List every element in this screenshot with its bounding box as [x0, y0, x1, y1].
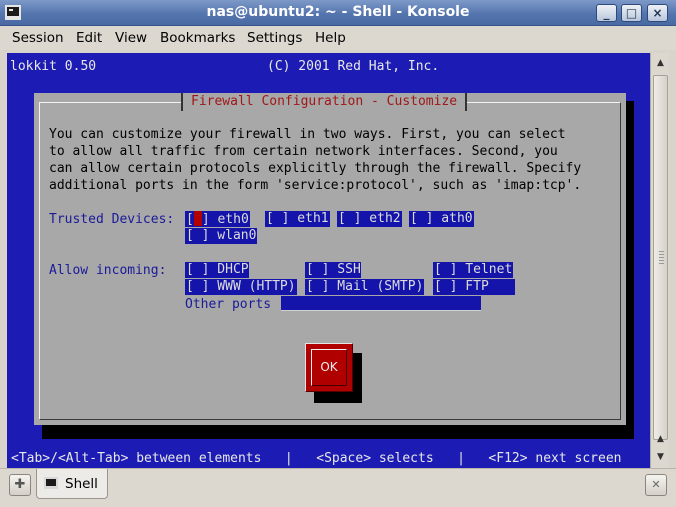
- menu-view[interactable]: View: [115, 30, 147, 46]
- window-titlebar[interactable]: nas@ubuntu2: ~ - Shell - Konsole _ □ ×: [0, 0, 676, 26]
- close-button[interactable]: ×: [647, 4, 668, 22]
- close-tab-button[interactable]: ✕: [645, 474, 667, 496]
- checkbox-ftp[interactable]: [ ] FTP: [433, 279, 515, 295]
- dialog-shadow: [42, 425, 634, 439]
- dialog-description: You can customize your firewall in two w…: [49, 126, 581, 194]
- scrollbar-thumb[interactable]: [653, 75, 668, 440]
- copyright-text: (C) 2001 Red Hat, Inc.: [267, 59, 440, 74]
- menu-bookmarks[interactable]: Bookmarks: [160, 30, 235, 46]
- tab-shell[interactable]: Shell: [36, 469, 108, 499]
- allow-incoming-label: Allow incoming:: [49, 263, 167, 278]
- firewall-dialog: Firewall Configuration - Customize You c…: [34, 93, 626, 425]
- scroll-up-icon[interactable]: ▲: [652, 431, 669, 448]
- menu-settings[interactable]: Settings: [247, 30, 302, 46]
- other-ports-label: Other ports: [185, 297, 272, 312]
- description-line: to allow all traffic from certain networ…: [49, 144, 558, 159]
- checkbox-dhcp[interactable]: [ ] DHCP: [185, 262, 249, 278]
- minimize-button[interactable]: _: [596, 4, 617, 22]
- window-title: nas@ubuntu2: ~ - Shell - Konsole: [206, 4, 470, 20]
- checkbox-mail-smtp[interactable]: [ ] Mail (SMTP): [305, 279, 425, 295]
- ok-button[interactable]: OK: [305, 343, 353, 392]
- checkbox-eth0[interactable]: [] eth0: [185, 211, 250, 227]
- lokkit-version: lokkit 0.50: [10, 59, 97, 74]
- tab-bar: ✚ Shell ✕: [0, 468, 676, 507]
- checkbox-ssh[interactable]: [ ] SSH: [305, 262, 361, 278]
- minimize-icon: _: [603, 6, 610, 20]
- trusted-devices-label: Trusted Devices:: [49, 212, 175, 227]
- checkbox-wlan0[interactable]: [ ] wlan0: [185, 228, 258, 244]
- description-line: can allow certain protocols explicitly t…: [49, 161, 582, 176]
- new-tab-icon: ✚: [14, 477, 26, 492]
- terminal-view[interactable]: lokkit 0.50 (C) 2001 Red Hat, Inc. Firew…: [7, 53, 650, 468]
- new-tab-button[interactable]: ✚: [9, 474, 31, 496]
- scroll-down-icon[interactable]: ▼: [652, 449, 669, 466]
- checkbox-telnet[interactable]: [ ] Telnet: [433, 262, 514, 278]
- close-tab-icon: ✕: [651, 478, 661, 491]
- menubar: Session Edit View Bookmarks Settings Hel…: [0, 26, 676, 50]
- dialog-title: Firewall Configuration - Customize: [181, 93, 468, 111]
- focus-cursor: [193, 211, 202, 226]
- grip-icon: [659, 251, 664, 265]
- status-help-line: <Tab>/<Alt-Tab> between elements | <Spac…: [7, 449, 650, 468]
- checkbox-eth2[interactable]: [ ] eth2: [337, 211, 402, 227]
- menu-edit[interactable]: Edit: [76, 30, 102, 46]
- vertical-scrollbar[interactable]: ▲ ▲ ▼: [650, 53, 669, 468]
- menu-session[interactable]: Session: [12, 30, 64, 46]
- checkbox-www-http[interactable]: [ ] WWW (HTTP): [185, 279, 297, 295]
- maximize-icon: □: [625, 6, 638, 20]
- checkbox-ath0[interactable]: [ ] ath0: [409, 211, 474, 227]
- menu-help[interactable]: Help: [315, 30, 346, 46]
- description-line: additional ports in the form 'service:pr…: [49, 178, 582, 193]
- tab-label: Shell: [65, 476, 98, 492]
- maximize-button[interactable]: □: [621, 4, 642, 22]
- checkbox-eth1[interactable]: [ ] eth1: [265, 211, 330, 227]
- terminal-icon: [44, 477, 58, 489]
- close-icon: ×: [652, 6, 663, 20]
- scroll-up-icon[interactable]: ▲: [652, 55, 669, 72]
- other-ports-input[interactable]: [281, 296, 481, 311]
- description-line: You can customize your firewall in two w…: [49, 127, 566, 142]
- dialog-shadow: [626, 101, 634, 439]
- ok-button-frame: [311, 349, 347, 386]
